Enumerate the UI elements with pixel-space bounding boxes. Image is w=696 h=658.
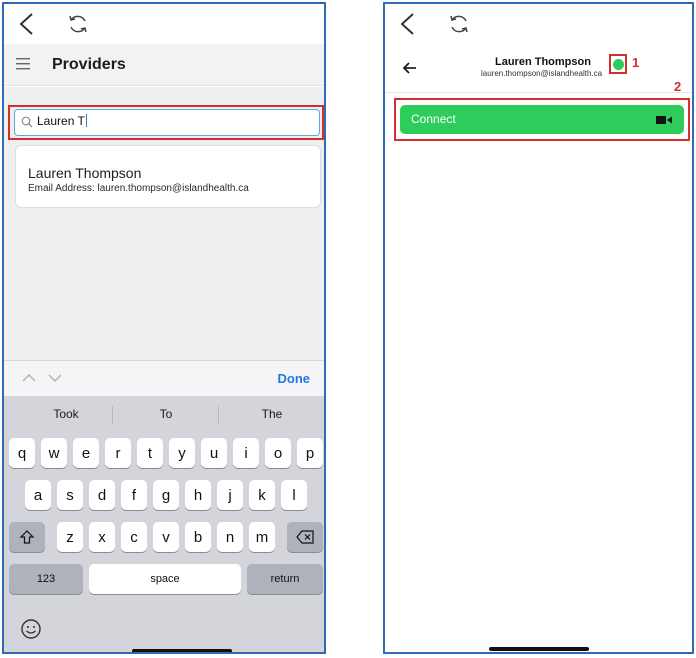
space-key[interactable]: space: [89, 564, 241, 594]
suggestion-3[interactable]: The: [232, 407, 312, 421]
hamburger-icon[interactable]: [16, 58, 32, 70]
key[interactable]: o: [265, 438, 291, 468]
shift-icon: [19, 530, 35, 544]
phone-right: Lauren Thompson lauren.thompson@islandhe…: [383, 2, 694, 654]
keyboard: Took To The q w e r t y u i o p a s d f …: [4, 396, 324, 652]
suggestion-2[interactable]: To: [126, 407, 206, 421]
key[interactable]: b: [185, 522, 211, 552]
key[interactable]: y: [169, 438, 195, 468]
search-annotation-box: [8, 105, 324, 140]
key[interactable]: v: [153, 522, 179, 552]
key[interactable]: a: [25, 480, 51, 510]
key[interactable]: g: [153, 480, 179, 510]
key[interactable]: j: [217, 480, 243, 510]
key[interactable]: e: [73, 438, 99, 468]
callout-1: 1: [632, 55, 640, 70]
divider: [385, 92, 692, 93]
emoji-icon[interactable]: [20, 618, 42, 640]
profile-header: Lauren Thompson lauren.thompson@islandhe…: [385, 48, 692, 88]
key[interactable]: q: [9, 438, 35, 468]
result-name: Lauren Thompson: [28, 165, 142, 181]
chevron-up-icon[interactable]: [22, 373, 36, 383]
key[interactable]: f: [121, 480, 147, 510]
connect-label: Connect: [411, 112, 456, 126]
key[interactable]: r: [105, 438, 131, 468]
key[interactable]: m: [249, 522, 275, 552]
status-annotation-box: [609, 54, 627, 74]
page-title: Providers: [52, 56, 126, 73]
provider-result-card[interactable]: Lauren Thompson Email Address: lauren.th…: [15, 145, 321, 208]
key[interactable]: u: [201, 438, 227, 468]
connect-button[interactable]: Connect: [400, 105, 684, 134]
done-button[interactable]: Done: [278, 371, 311, 386]
profile-email: lauren.thompson@islandhealth.ca: [481, 69, 603, 78]
shift-key[interactable]: [9, 522, 45, 552]
key[interactable]: t: [137, 438, 163, 468]
key[interactable]: i: [233, 438, 259, 468]
providers-header: Providers: [4, 44, 324, 86]
key[interactable]: c: [121, 522, 147, 552]
refresh-icon[interactable]: [66, 12, 90, 36]
key[interactable]: h: [185, 480, 211, 510]
callout-2: 2: [674, 79, 682, 94]
keyboard-accessory-bar: Done: [4, 360, 324, 396]
refresh-icon[interactable]: [447, 12, 471, 36]
key[interactable]: n: [217, 522, 243, 552]
key[interactable]: l: [281, 480, 307, 510]
suggestion-divider: [112, 406, 113, 424]
home-indicator: [132, 649, 232, 652]
back-chevron-icon[interactable]: [16, 12, 38, 36]
key[interactable]: x: [89, 522, 115, 552]
profile-name: Lauren Thompson: [495, 56, 591, 68]
browser-bar: [4, 4, 324, 42]
return-key[interactable]: return: [247, 564, 323, 594]
home-indicator: [489, 647, 589, 651]
key[interactable]: w: [41, 438, 67, 468]
suggestion-divider: [218, 406, 219, 424]
backspace-icon: [296, 530, 314, 544]
key[interactable]: z: [57, 522, 83, 552]
backspace-key[interactable]: [287, 522, 323, 552]
back-chevron-icon[interactable]: [397, 12, 419, 36]
key[interactable]: k: [249, 480, 275, 510]
chevron-down-icon[interactable]: [48, 373, 62, 383]
browser-bar: [385, 4, 692, 42]
numbers-key[interactable]: 123: [9, 564, 83, 594]
suggestion-1[interactable]: Took: [26, 407, 106, 421]
back-arrow-icon[interactable]: [403, 61, 417, 75]
video-camera-icon: [656, 116, 672, 124]
key[interactable]: s: [57, 480, 83, 510]
key[interactable]: p: [297, 438, 323, 468]
suggestion-bar: Took To The: [4, 396, 324, 433]
phone-left: Providers Lauren T Lauren Thompson Email…: [2, 2, 326, 654]
key[interactable]: d: [89, 480, 115, 510]
result-email: Email Address: lauren.thompson@islandhea…: [28, 183, 249, 194]
